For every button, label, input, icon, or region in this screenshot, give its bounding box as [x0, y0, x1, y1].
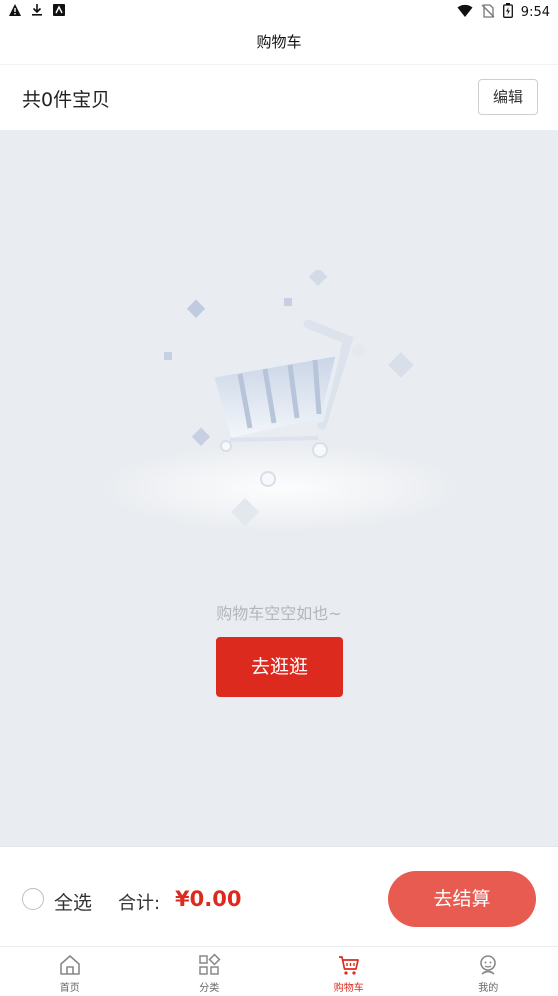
go-shopping-button[interactable]: 去逛逛 — [216, 637, 343, 697]
tab-category[interactable]: 分类 — [140, 947, 280, 996]
empty-cart-area: 购物车空空如也~ 去逛逛 — [0, 130, 558, 846]
status-right-icons: 9:54 — [457, 3, 550, 22]
tab-profile-label: 我的 — [478, 979, 498, 994]
checkout-bar: 全选 合计: ¥0.00 去结算 — [0, 846, 558, 947]
tab-home-label: 首页 — [60, 979, 80, 994]
status-left-icons — [8, 3, 66, 21]
no-sim-icon — [481, 4, 495, 22]
warning-icon — [8, 3, 22, 21]
tab-home[interactable]: 首页 — [0, 947, 140, 996]
select-all-radio[interactable] — [22, 888, 44, 910]
empty-cart-illustration — [90, 270, 470, 540]
total-value: ¥0.00 — [175, 887, 241, 911]
cart-header: 共0件宝贝 编辑 — [0, 64, 558, 131]
home-icon — [58, 953, 82, 977]
battery-icon — [503, 3, 513, 22]
tab-category-label: 分类 — [199, 979, 219, 994]
bottom-tab-bar: 首页 分类 购物车 我的 — [0, 946, 558, 996]
tab-cart[interactable]: 购物车 — [279, 947, 419, 996]
edit-button[interactable]: 编辑 — [478, 79, 538, 115]
category-icon — [197, 953, 221, 977]
select-all-label[interactable]: 全选 — [54, 888, 92, 915]
profile-icon — [476, 953, 500, 977]
app-notification-icon — [52, 3, 66, 21]
empty-cart-message: 购物车空空如也~ — [0, 600, 558, 624]
download-icon — [30, 3, 44, 21]
total-label: 合计: — [118, 889, 160, 915]
cart-icon — [337, 953, 361, 977]
wifi-icon — [457, 4, 473, 22]
tab-profile[interactable]: 我的 — [419, 947, 558, 996]
status-bar: 9:54 — [0, 0, 558, 24]
page-title: 购物车 — [0, 24, 558, 64]
checkout-button[interactable]: 去结算 — [388, 871, 536, 927]
tab-cart-label: 购物车 — [334, 979, 364, 994]
item-count-text: 共0件宝贝 — [22, 85, 110, 112]
status-time: 9:54 — [521, 5, 550, 20]
